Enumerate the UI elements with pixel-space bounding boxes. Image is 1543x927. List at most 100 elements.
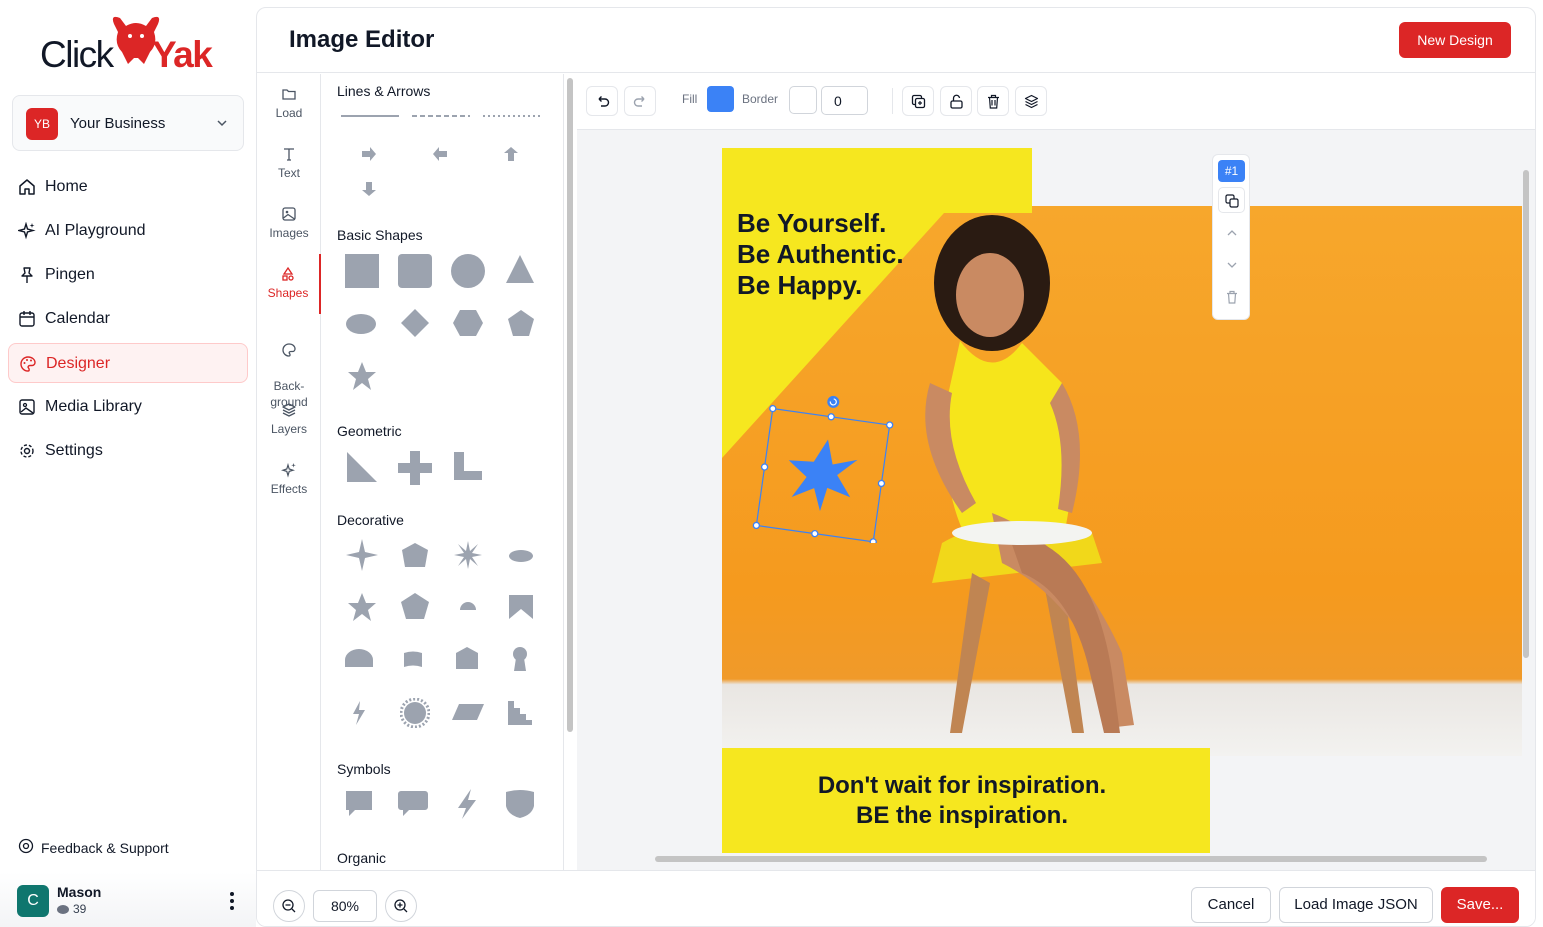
flag-shape[interactable] [403,651,423,668]
badge-shape[interactable] [401,542,429,568]
nav-media-library[interactable]: Media Library [8,387,248,427]
right-triangle-shape[interactable] [346,451,378,483]
business-selector[interactable]: YB Your Business [12,95,244,151]
triangle-shape[interactable] [505,254,535,284]
semicircle-shape[interactable] [459,601,477,611]
copy-object-button[interactable] [1218,187,1245,213]
parallelogram-shape[interactable] [451,703,485,721]
house-shape[interactable] [455,646,479,670]
rail-layers[interactable]: Layers [257,402,321,436]
pentagon-shape[interactable] [507,309,535,337]
canvas-vertical-scrollbar[interactable] [1523,170,1529,658]
rounded-square-shape[interactable] [398,254,432,288]
nav-home[interactable]: Home [8,167,248,207]
arrow-down-shape[interactable] [361,181,377,197]
fill-color-swatch[interactable] [707,86,734,112]
star-shape-2[interactable] [347,592,377,622]
lifebuoy-icon [18,838,34,854]
shapes-panel-scrollbar[interactable] [566,74,574,870]
arrow-up-shape[interactable] [503,146,519,162]
starburst-shape[interactable] [453,540,483,570]
rail-text[interactable]: Text [257,146,321,180]
new-design-button[interactable]: New Design [1399,22,1511,58]
trash-icon [1227,290,1237,304]
rail-load[interactable]: Load [257,86,321,120]
arrow-right-shape[interactable] [361,146,377,162]
seal-shape[interactable] [400,698,430,728]
scrollbar-thumb[interactable] [567,78,573,732]
nav-settings[interactable]: Settings [8,431,248,471]
lightning-shape[interactable] [351,700,367,726]
nav-pingen[interactable]: Pingen [8,255,248,295]
star-shape[interactable] [347,361,377,391]
rail-label: Images [269,226,309,240]
canvas-horizontal-scrollbar[interactable] [655,856,1487,862]
four-point-star-shape[interactable] [345,538,379,572]
nav-ai-playground[interactable]: AI Playground [8,211,248,251]
user-profile[interactable]: C Mason 39 [0,872,256,927]
woman-photo[interactable] [872,213,1152,753]
move-down-button[interactable] [1218,251,1245,277]
cancel-button[interactable]: Cancel [1191,887,1271,923]
object-index-badge: #1 [1218,160,1245,182]
sparkles-icon [281,462,296,478]
zoom-out-button[interactable] [273,890,305,922]
zoom-level-display[interactable]: 80% [313,890,377,922]
border-width-input[interactable]: 0 [821,86,868,115]
rail-label: Text [277,166,300,180]
image-editor-panel: Image Editor New Design Load Text Images… [256,7,1536,927]
stairs-shape[interactable] [507,700,533,726]
save-button[interactable]: Save... [1441,887,1519,923]
square-shape[interactable] [345,254,379,288]
load-image-json-button[interactable]: Load Image JSON [1279,887,1433,923]
rail-background[interactable]: Back- ground [257,326,321,410]
redo-button[interactable] [624,86,656,116]
folder-icon [282,89,296,100]
canvas-workspace[interactable]: Be Yourself. Be Authentic. Be Happy. Don… [577,130,1535,870]
cloud-shape[interactable] [508,548,534,562]
design-canvas[interactable]: Be Yourself. Be Authentic. Be Happy. Don… [722,148,1522,853]
more-options-icon[interactable] [230,892,234,913]
arch-shape[interactable] [344,648,374,668]
image-gallery-icon [19,399,35,415]
move-up-button[interactable] [1218,219,1245,245]
section-title-geometric: Geometric [337,423,402,439]
zoom-in-button[interactable] [385,890,417,922]
cross-shape[interactable] [398,451,432,485]
nav-designer[interactable]: Designer [8,343,248,383]
nav-calendar[interactable]: Calendar [8,299,248,339]
clickyak-logo[interactable]: Click Yak [40,14,220,76]
diamond-shape[interactable] [400,308,430,338]
rail-images[interactable]: Images [257,206,321,240]
bookmark-shape[interactable] [508,594,534,620]
keyhole-shape[interactable] [511,646,529,672]
ellipse-shape[interactable] [345,314,377,334]
layers-button[interactable] [1015,86,1047,116]
feedback-support-link[interactable]: Feedback & Support [18,838,169,859]
border-color-swatch[interactable] [789,86,817,114]
headline-text[interactable]: Be Yourself. Be Authentic. Be Happy. [737,208,904,301]
coins-icon [57,905,69,914]
l-shape[interactable] [453,451,483,481]
chevron-down-icon [1227,262,1237,268]
section-title-decorative: Decorative [337,512,404,528]
arrow-left-shape[interactable] [432,146,448,162]
pentagon-shape-2[interactable] [400,592,430,620]
hexagon-shape[interactable] [452,309,484,337]
delete-button[interactable] [977,86,1009,116]
undo-button[interactable] [586,86,618,116]
speech-bubble-square-shape[interactable] [345,790,373,818]
duplicate-button[interactable] [902,86,934,116]
rail-shapes[interactable]: Shapes [257,254,321,314]
palette-icon [282,343,296,357]
rail-effects[interactable]: Effects [257,462,321,496]
fill-label: Fill [682,92,698,106]
selected-starburst-shape[interactable] [747,393,897,543]
lightning-bolt-shape[interactable] [455,788,479,820]
shield-shape[interactable] [505,789,535,819]
lock-button[interactable] [940,86,972,116]
delete-object-button[interactable] [1218,283,1245,309]
bottom-text-banner[interactable]: Don't wait for inspiration. BE the inspi… [722,748,1210,853]
speech-bubble-rounded-shape[interactable] [397,790,429,818]
circle-shape[interactable] [451,254,485,288]
